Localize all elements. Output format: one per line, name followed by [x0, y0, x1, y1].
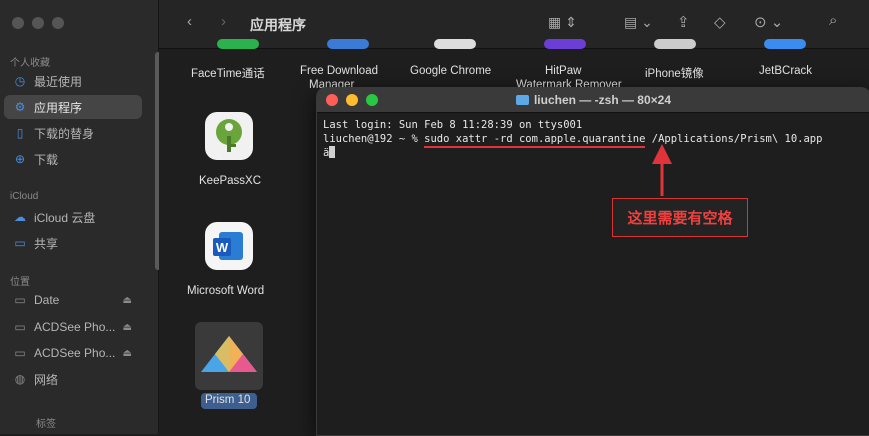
annotation-label: 这里需要有空格: [612, 198, 748, 237]
